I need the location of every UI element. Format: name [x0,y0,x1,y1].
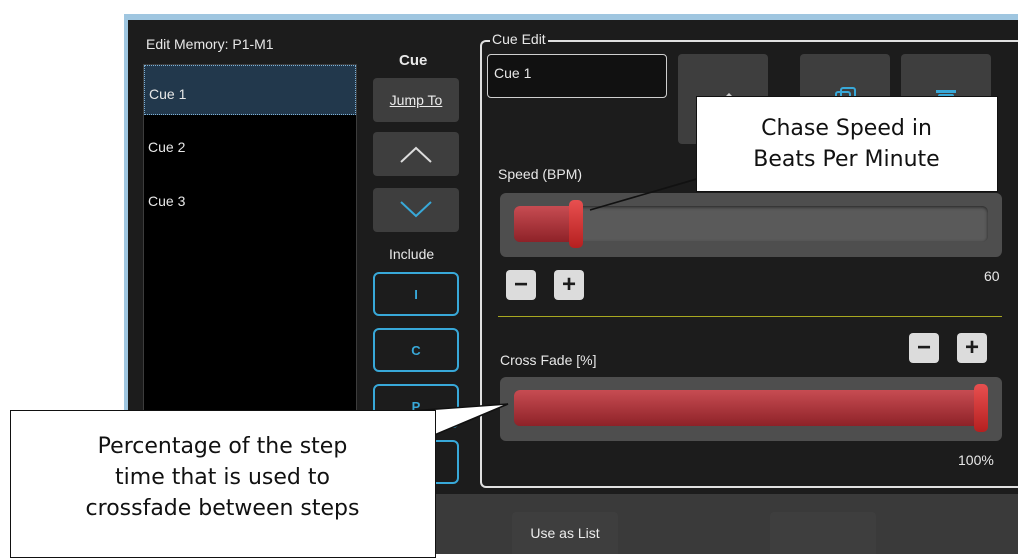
crossfade-callout-line-1: Percentage of the step [97,434,348,459]
crossfade-callout: Percentage of the step time that is used… [10,410,436,558]
speed-callout-line-2: Beats Per Minute [753,147,940,172]
crossfade-callout-line-2: time that is used to [115,465,330,490]
speed-callout: Chase Speed in Beats Per Minute [696,96,998,192]
crossfade-callout-line-3: crossfade between steps [85,496,360,521]
speed-callout-line-1: Chase Speed in [761,116,932,141]
